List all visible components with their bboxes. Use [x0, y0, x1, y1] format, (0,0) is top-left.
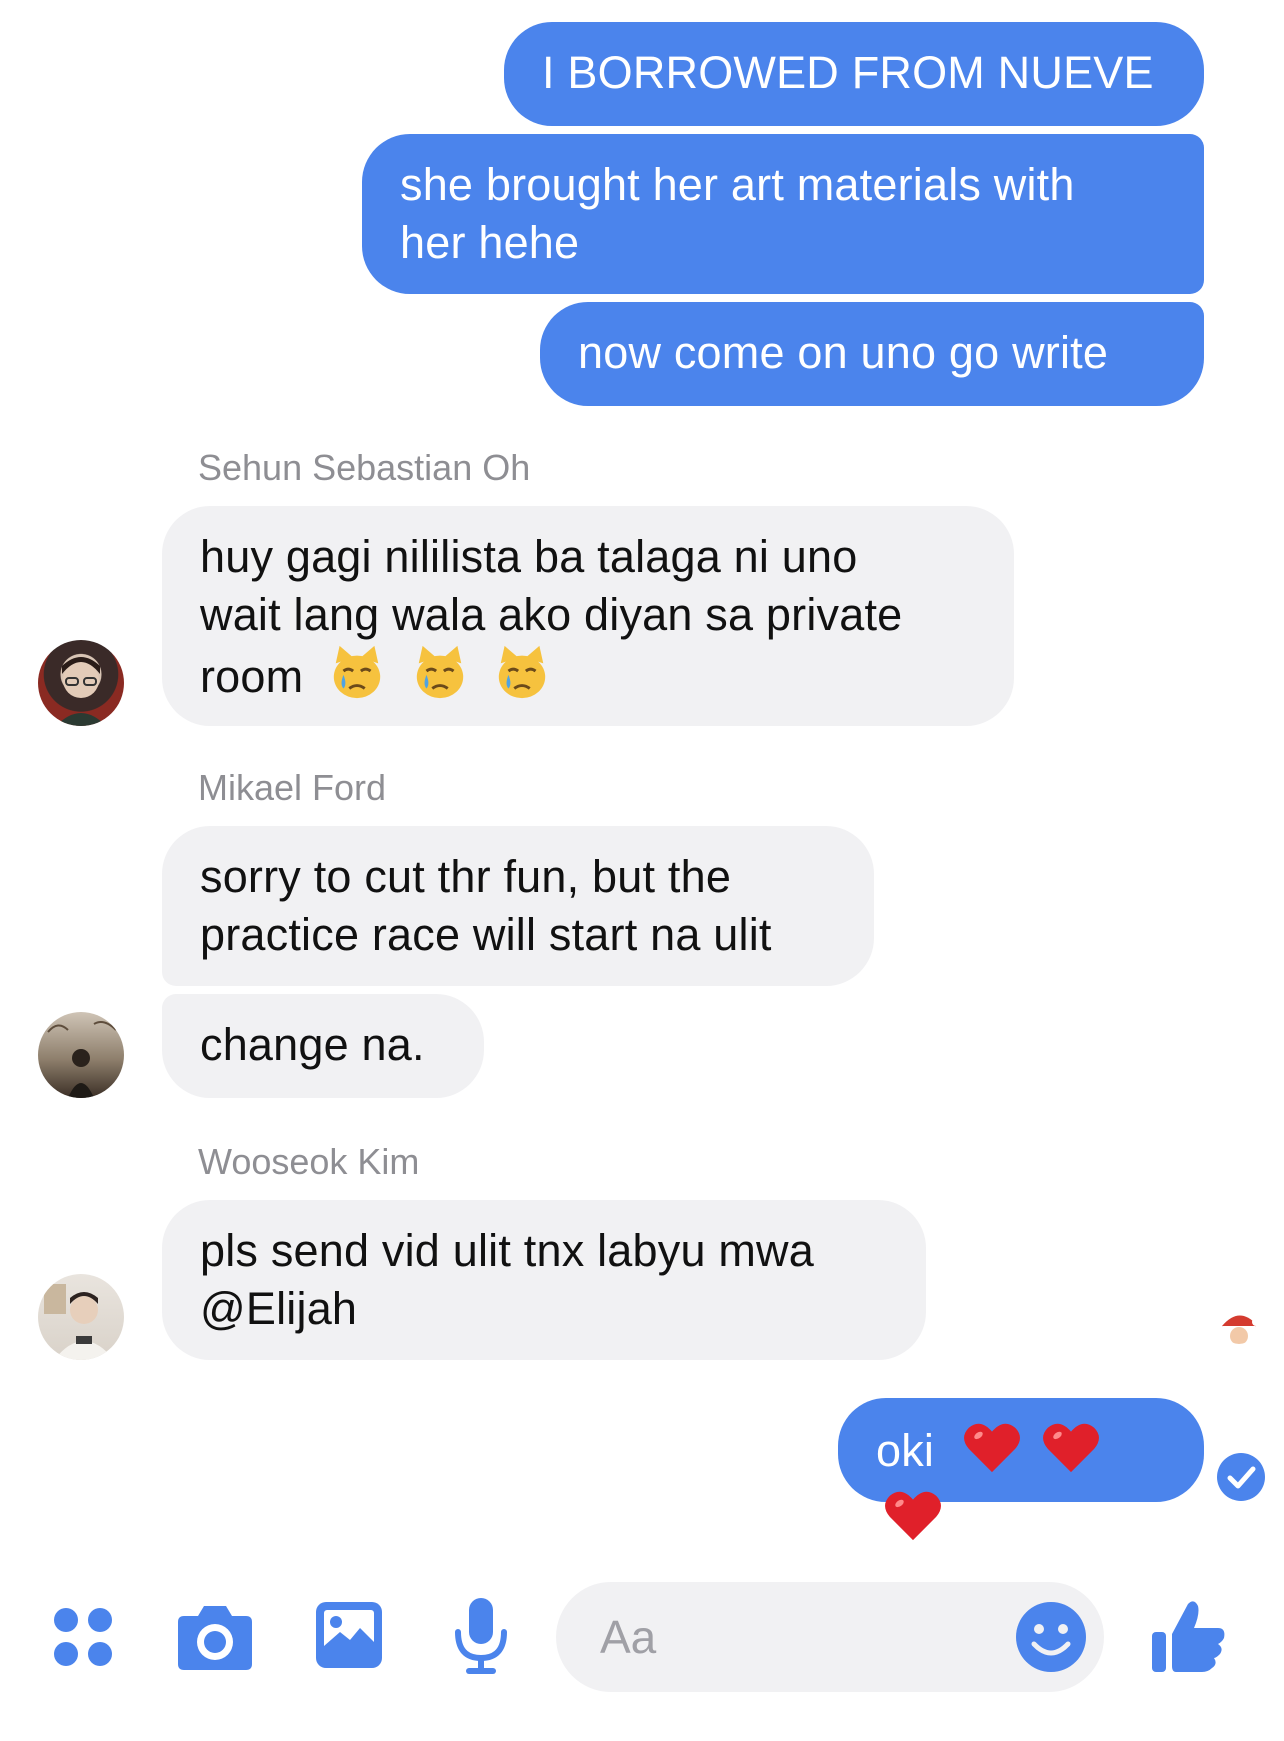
outgoing-message[interactable]: now come on uno go write — [540, 302, 1204, 406]
message-composer[interactable] — [556, 1582, 1104, 1692]
message-text: I BORROWED FROM NUEVE — [542, 47, 1154, 98]
apps-grid-icon[interactable] — [52, 1606, 116, 1670]
emoji-smile-icon[interactable] — [1014, 1600, 1088, 1674]
message-text-line: pls send vid ulit tnx labyu mwa — [200, 1225, 814, 1276]
camera-icon[interactable] — [176, 1600, 254, 1672]
message-text-line: @Elijah — [200, 1283, 358, 1334]
message-text-line: her hehe — [400, 217, 580, 268]
sender-name: Wooseok Kim — [198, 1141, 420, 1182]
message-text-line: wait lang wala ako diyan sa private — [200, 589, 903, 640]
crying-cat-icon — [411, 644, 469, 716]
sender-name: Sehun Sebastian Oh — [198, 447, 531, 488]
message-text-line: room — [200, 650, 304, 702]
microphone-icon[interactable] — [452, 1596, 510, 1678]
thumbs-up-icon[interactable] — [1150, 1596, 1230, 1676]
incoming-message[interactable]: pls send vid ulit tnx labyu mwa @Elijah — [162, 1200, 926, 1360]
red-heart-icon — [963, 1420, 1021, 1488]
gallery-icon[interactable] — [314, 1600, 384, 1670]
message-text: now come on uno go write — [578, 327, 1109, 378]
sender-name: Mikael Ford — [198, 767, 387, 808]
outgoing-message[interactable]: I BORROWED FROM NUEVE — [504, 22, 1204, 126]
crying-cat-icon — [493, 644, 551, 716]
outgoing-message[interactable]: she brought her art materials with her h… — [362, 134, 1204, 294]
message-input[interactable] — [600, 1610, 960, 1664]
incoming-message[interactable]: change na. — [162, 994, 484, 1098]
incoming-message[interactable]: sorry to cut thr fun, but the practice r… — [162, 826, 874, 986]
santa-avatar-icon — [1216, 1308, 1262, 1354]
avatar-sehun[interactable] — [38, 640, 124, 726]
delivered-check-icon — [1216, 1452, 1266, 1502]
message-text-line: sorry to cut thr fun, but the — [200, 851, 732, 902]
avatar-mikael[interactable] — [38, 1012, 124, 1098]
message-text-line: huy gagi nililista ba talaga ni uno — [200, 531, 858, 582]
message-text-line: practice race will start na ulit — [200, 909, 772, 960]
message-text: oki — [876, 1424, 935, 1476]
red-heart-icon — [1042, 1420, 1100, 1488]
incoming-message[interactable]: huy gagi nililista ba talaga ni uno wait… — [162, 506, 1014, 726]
crying-cat-icon — [328, 644, 386, 716]
message-text-line: she brought her art materials with — [400, 159, 1075, 210]
red-heart-icon — [884, 1488, 942, 1556]
outgoing-message[interactable]: oki — [838, 1398, 1204, 1541]
avatar-wooseok[interactable] — [38, 1274, 124, 1360]
message-text: change na. — [200, 1019, 425, 1070]
